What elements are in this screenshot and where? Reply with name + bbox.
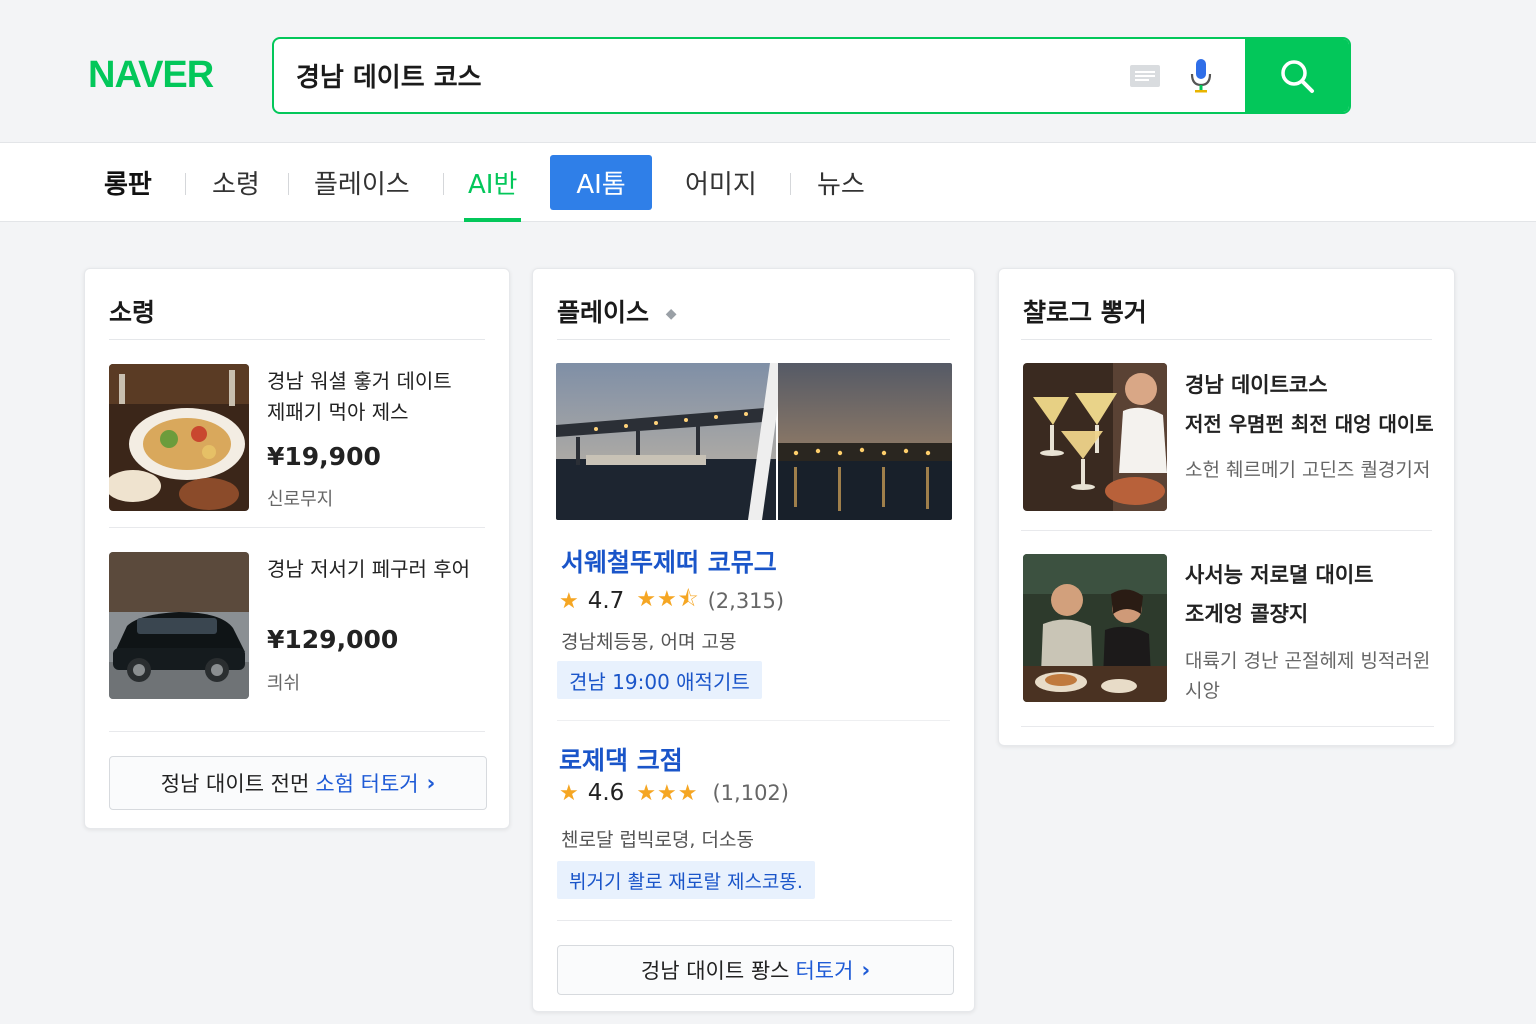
tab-ai-selected[interactable]: AI톰 xyxy=(550,155,652,210)
blog-thumbnail-couple[interactable] xyxy=(1023,554,1167,702)
place-card: 플레이스 ◆ 서웨철뚜제떠 코뮤그 ★ 4.7 ★★⯪ (2,315) 경남체등… xyxy=(532,268,975,1012)
blog-post-subtitle[interactable]: 조게엉 콜쟝지 xyxy=(1185,598,1308,628)
tab-place[interactable]: 플레이스 xyxy=(314,143,410,222)
more-label-accent: 소험 터토거 xyxy=(315,772,419,796)
review-count: (1,102) xyxy=(712,781,789,805)
divider xyxy=(109,339,485,340)
place-name-link[interactable]: 서웨철뚜제떠 코뮤그 xyxy=(561,543,777,579)
divider xyxy=(1021,726,1434,727)
card-title: 챨로그 뽕거 xyxy=(1023,298,1147,327)
microphone-icon[interactable] xyxy=(1186,57,1216,95)
diamond-icon: ◆ xyxy=(665,306,677,322)
blog-thumbnail-drinks[interactable] xyxy=(1023,363,1167,511)
place-address: 첸로달 럽빅로뎡, 더소동 xyxy=(561,829,754,851)
review-count: (2,315) xyxy=(707,589,785,613)
card-title: 플레이스 ◆ xyxy=(557,293,677,329)
header: NAVER xyxy=(0,0,1536,142)
chevron-right-icon: › xyxy=(861,958,871,982)
tab-images[interactable]: 어미지 xyxy=(685,143,757,222)
product-thumbnail-car[interactable] xyxy=(109,552,249,699)
product-title[interactable]: 경남 워셜 홓거 데이트 xyxy=(267,365,452,394)
product-title[interactable]: 제패기 먹아 제스 xyxy=(267,396,409,425)
tab-divider xyxy=(288,173,289,195)
star-icon: ★ xyxy=(559,588,580,614)
info-tag[interactable]: 뷔거기 촬로 재로랄 제스코똥. xyxy=(557,861,815,899)
shopping-card: 소령 경남 워셜 홓거 데이트 제패기 먹아 제스 ¥19,900 신로무지 경… xyxy=(84,268,510,829)
divider xyxy=(1021,339,1432,340)
blog-post-title[interactable]: 경남 데이트코스 xyxy=(1185,369,1328,399)
star-icon: ★ xyxy=(559,780,580,806)
search-box[interactable] xyxy=(272,37,1351,114)
tab-all[interactable]: 롱판 xyxy=(104,143,152,222)
place-name-link[interactable]: 로제댁 크점 xyxy=(559,741,683,777)
search-tabs: 롱판 소령 플레이스 AI반 AI톰 어미지 뉴스 xyxy=(0,142,1536,222)
reservation-tag[interactable]: 견남 19:00 애적기트 xyxy=(557,661,762,699)
divider xyxy=(109,527,485,528)
search-icon xyxy=(1281,59,1314,93)
product-title[interactable]: 경남 저서기 페구러 후어 xyxy=(267,553,470,582)
blog-post-subtitle[interactable]: 저전 우몀펀 최전 대엉 대이토 xyxy=(1185,408,1434,437)
stars-icon: ★★⯪ xyxy=(636,587,700,612)
shopping-more-button[interactable]: 정남 대이트 전먼 소험 터토거 › xyxy=(109,756,487,810)
product-thumbnail-food[interactable] xyxy=(109,364,249,511)
tab-divider xyxy=(790,173,791,195)
search-input[interactable] xyxy=(296,53,1096,98)
divider xyxy=(557,339,950,340)
chevron-right-icon: › xyxy=(426,771,436,795)
card-title-text: 플레이스 xyxy=(557,298,650,327)
place-rating: ★ 4.7 ★★⯪ (2,315) xyxy=(559,582,784,620)
naver-logo[interactable]: NAVER xyxy=(88,54,214,97)
blog-post-snippet: 시앙 xyxy=(1185,680,1220,702)
tab-news[interactable]: 뉴스 xyxy=(817,143,865,222)
card-title: 소령 xyxy=(109,298,156,327)
stars-icon: ★★★ xyxy=(636,780,699,806)
place-more-button[interactable]: 겅남 대이트 퐝스 터토거 › xyxy=(557,945,954,995)
more-label-accent: 터토거 xyxy=(795,959,854,983)
blog-post-snippet: 대륙기 경난 곤절헤제 빙적러윈 xyxy=(1185,650,1431,672)
tab-ai-green[interactable]: AI반 xyxy=(463,143,522,222)
blog-post-snippet: 소헌 췌르메기 고딘즈 퀄경기저 xyxy=(1185,459,1431,481)
more-label: 정남 대이트 전먼 xyxy=(160,772,310,796)
keyboard-icon[interactable] xyxy=(1129,64,1161,88)
search-button[interactable] xyxy=(1245,39,1349,112)
divider xyxy=(557,920,952,921)
tab-shopping[interactable]: 소령 xyxy=(212,143,260,222)
blog-card: 챨로그 뽕거 경남 데이트코스 저전 우몀펀 최전 대엉 대이토 소헌 췌르메기… xyxy=(998,268,1455,746)
divider xyxy=(1021,530,1432,531)
seller-name: 신로무지 xyxy=(267,489,334,510)
divider xyxy=(557,720,950,721)
product-price: ¥129,000 xyxy=(267,625,399,654)
rating-value: 4.6 xyxy=(587,780,625,806)
more-label: 겅남 대이트 퐝스 xyxy=(640,959,790,983)
divider xyxy=(109,731,485,732)
rating-value: 4.7 xyxy=(587,588,625,614)
blog-post-title[interactable]: 사서능 저로뎔 대이트 xyxy=(1185,559,1374,589)
product-price: ¥19,900 xyxy=(267,442,381,471)
place-rating: ★ 4.6 ★★★ (1,102) xyxy=(559,780,789,806)
tab-divider xyxy=(185,173,186,195)
place-address: 경남체등몽, 어며 고몽 xyxy=(561,631,737,653)
tab-divider xyxy=(443,173,444,195)
place-photo-bridge[interactable] xyxy=(556,363,952,520)
seller-name: 킈쉬 xyxy=(267,673,301,694)
